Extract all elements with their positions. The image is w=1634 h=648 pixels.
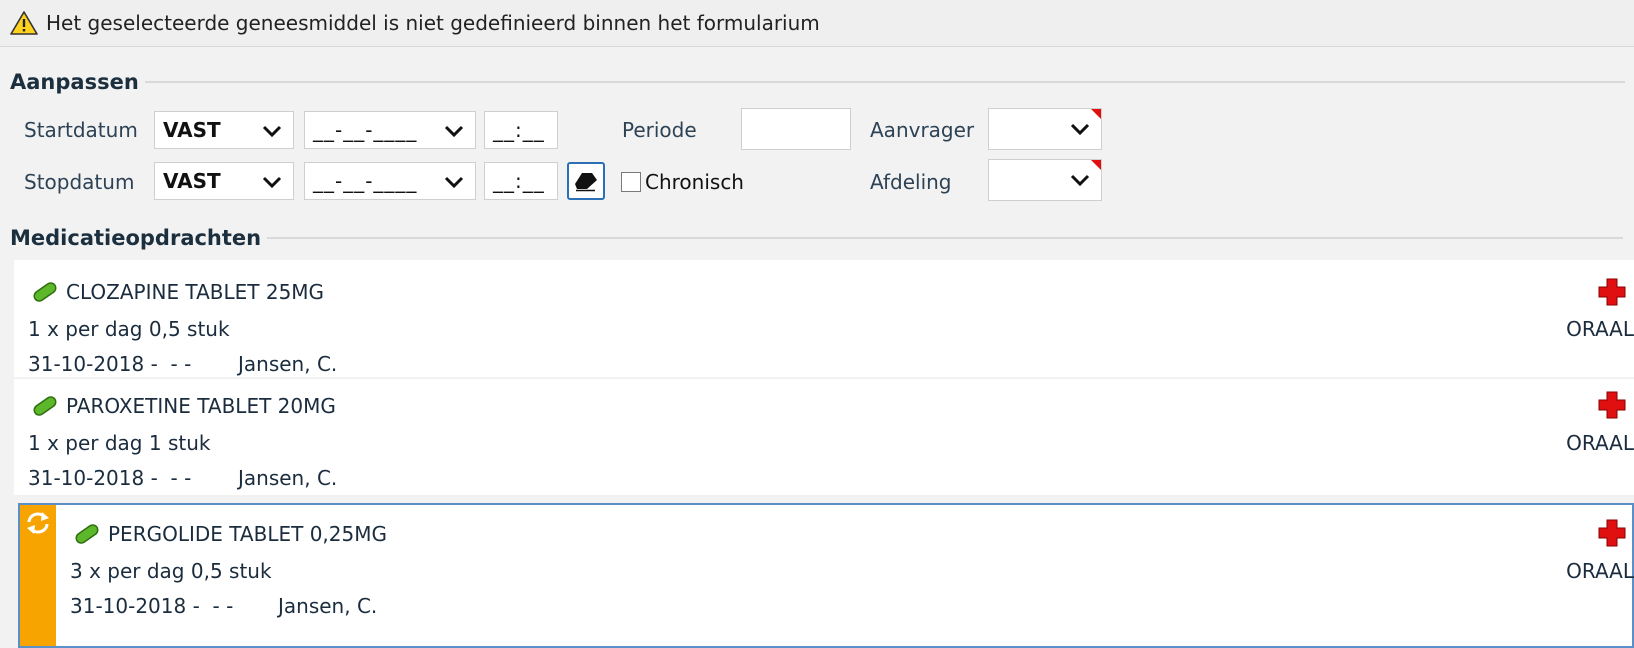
list-item[interactable]: CLOZAPINE TABLET 25MG 1 x per dag 0,5 st… [14,260,1634,377]
formulary-warning-bar: Het geselecteerde geneesmiddel is niet g… [0,0,1634,47]
chevron-down-icon [262,176,282,189]
warning-text: Het geselecteerde geneesmiddel is niet g… [46,11,820,35]
period-text: 31-10-2018 - - - [70,594,234,618]
medical-cross-icon [1598,278,1626,306]
status-flag [20,505,56,646]
medication-name: CLOZAPINE TABLET 25MG [66,280,325,304]
chevron-down-icon [262,125,282,138]
route-text: ORAAL [1566,431,1634,455]
chevron-down-icon [444,176,464,189]
route-text: ORAAL [1566,559,1634,583]
afdeling-label: Afdeling [870,170,952,194]
aanvrager-label: Aanvrager [870,118,975,142]
route-text: ORAAL [1566,317,1634,341]
medical-cross-icon [1598,519,1626,547]
warning-icon [10,11,38,35]
chronisch-checkbox[interactable] [621,172,641,192]
period-text: 31-10-2018 - - - [28,352,192,376]
clear-stopdatum-button[interactable] [567,162,605,200]
section-title-medicatieopdrachten: Medicatieopdrachten [10,226,1624,250]
required-marker [1091,109,1101,119]
pill-icon [33,396,57,416]
aanvrager-select[interactable] [988,108,1102,150]
stopdatum-label: Stopdatum [24,170,135,194]
stopdatum-time-input[interactable]: __:__ [484,162,558,200]
startdatum-time-input[interactable]: __:__ [484,111,558,149]
medication-name: PERGOLIDE TABLET 0,25MG [108,522,387,546]
stopdatum-date-picker[interactable]: __-__-____ [304,162,476,200]
medication-order-list[interactable]: CLOZAPINE TABLET 25MG 1 x per dag 0,5 st… [14,260,1634,648]
medical-cross-icon [1598,391,1626,419]
stopdatum-mode-select[interactable]: VAST [154,162,294,200]
list-item-selected[interactable]: PERGOLIDE TABLET 0,25MG 3 x per dag 0,5 … [18,503,1634,648]
period-text: 31-10-2018 - - - [28,466,192,490]
medication-name: PAROXETINE TABLET 20MG [66,394,336,418]
startdatum-date-picker[interactable]: __-__-____ [304,111,476,149]
pill-icon [75,524,99,544]
refresh-icon [27,512,49,534]
periode-label: Periode [622,118,697,142]
prescriber-text: Jansen, C. [278,594,378,618]
list-item[interactable]: PAROXETINE TABLET 20MG 1 x per dag 1 stu… [14,379,1634,495]
section-title-aanpassen: Aanpassen [10,70,1625,94]
chronisch-label: Chronisch [645,170,744,194]
chevron-down-icon [444,125,464,138]
required-marker [1091,160,1101,170]
pill-icon [33,282,57,302]
afdeling-select[interactable] [988,159,1102,201]
dosage-text: 1 x per dag 1 stuk [28,431,211,455]
chevron-down-icon [1070,174,1090,187]
prescriber-text: Jansen, C. [238,352,338,376]
periode-input[interactable] [741,108,851,150]
dosage-text: 3 x per dag 0,5 stuk [70,559,272,583]
startdatum-mode-select[interactable]: VAST [154,111,294,149]
chevron-down-icon [1070,123,1090,136]
dosage-text: 1 x per dag 0,5 stuk [28,317,230,341]
prescriber-text: Jansen, C. [238,466,338,490]
startdatum-label: Startdatum [24,118,138,142]
eraser-icon [575,173,597,192]
